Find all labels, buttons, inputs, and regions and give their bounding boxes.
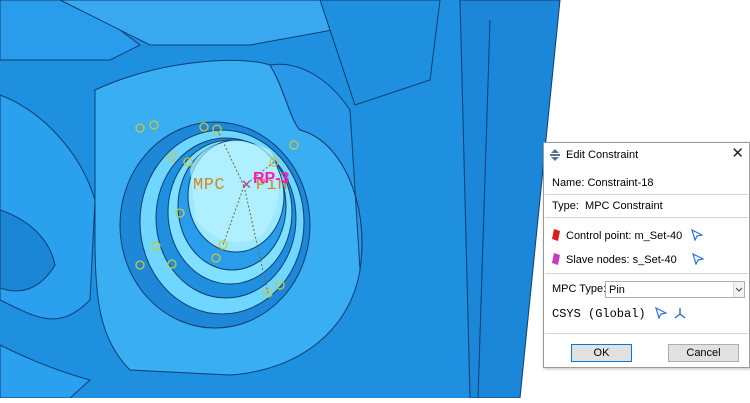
arrow-picker-icon[interactable] — [691, 253, 704, 265]
slave-nodes-label: Slave nodes: — [566, 254, 630, 266]
red-flag-icon — [552, 229, 560, 241]
type-row: Type: MPC Constraint — [552, 200, 663, 212]
mpc-type-select[interactable]: Pin — [605, 281, 745, 298]
separator — [545, 194, 748, 195]
magenta-flag-icon — [552, 253, 560, 265]
control-point-row: Control point: m_Set-40 — [552, 229, 704, 242]
separator — [545, 273, 748, 274]
csys-label: CSYS (Global) — [552, 307, 646, 321]
edit-constraint-dialog: Edit Constraint ✕ Name: Constraint-18 Ty… — [543, 142, 750, 368]
name-label: Name: — [552, 177, 585, 189]
separator — [545, 333, 748, 334]
cancel-button[interactable]: Cancel — [668, 344, 739, 362]
close-icon[interactable]: ✕ — [731, 146, 744, 161]
csys-axes-icon[interactable] — [674, 307, 686, 319]
dialog-title: Edit Constraint — [566, 149, 639, 161]
chevron-down-icon[interactable] — [733, 282, 744, 297]
type-label: Type: — [552, 200, 579, 212]
mpc-type-value: Pin — [609, 284, 625, 296]
arrow-picker-icon[interactable] — [691, 229, 704, 241]
mpc-type-label: MPC Type: — [552, 283, 607, 295]
control-point-label: Control point: — [566, 230, 632, 242]
separator — [545, 217, 748, 218]
reference-point-label: RP-3 — [253, 170, 290, 187]
control-point-value: m_Set-40 — [634, 230, 683, 242]
ok-button[interactable]: OK — [571, 344, 632, 362]
constraint-type-value: MPC Constraint — [585, 200, 663, 212]
edit-constraint-icon — [550, 149, 560, 161]
slave-nodes-row: Slave nodes: s_Set-40 — [552, 253, 704, 266]
reference-point-marker-icon[interactable]: ✕ — [241, 178, 252, 193]
constraint-name-value: Constraint-18 — [587, 177, 654, 189]
csys-row: CSYS (Global) — [552, 307, 686, 321]
dialog-titlebar[interactable]: Edit Constraint ✕ — [544, 143, 749, 167]
name-row: Name: Constraint-18 — [552, 177, 654, 189]
slave-nodes-value: s_Set-40 — [632, 254, 677, 266]
arrow-picker-icon[interactable] — [654, 307, 667, 319]
